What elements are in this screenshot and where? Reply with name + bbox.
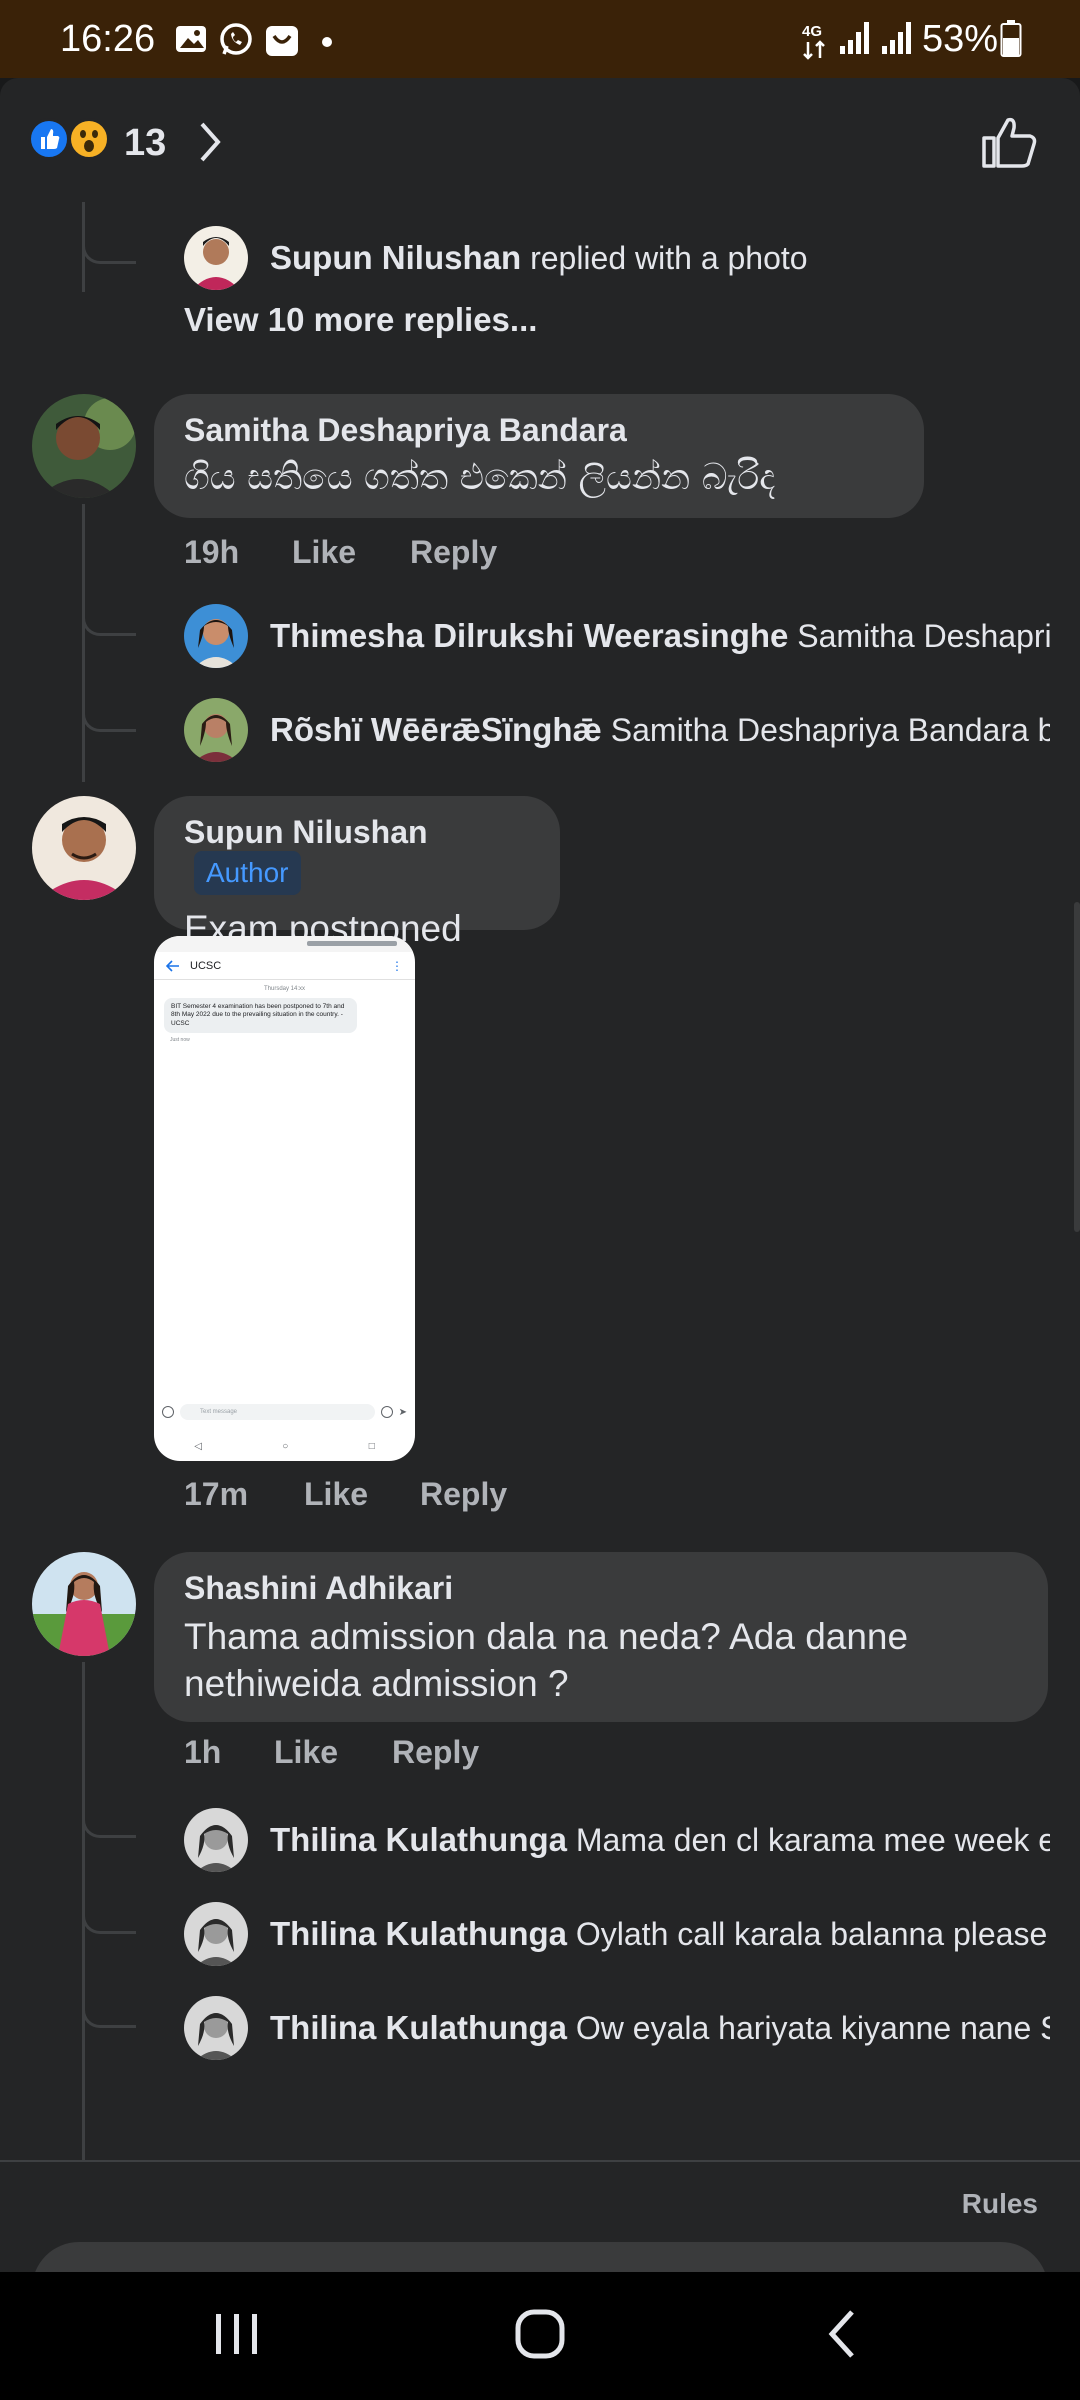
avatar[interactable] — [184, 226, 248, 290]
comment-text: Thama admission dala na neda? Ada danne … — [184, 1616, 909, 1705]
signal-icon-2 — [880, 20, 916, 61]
footer-divider — [0, 2160, 1080, 2162]
comment-box[interactable] — [32, 2242, 1048, 2272]
thread-elbow — [82, 606, 136, 636]
thread-elbow — [82, 256, 136, 258]
avatar[interactable] — [32, 796, 136, 900]
gallery-icon — [174, 22, 208, 61]
reply-button[interactable]: Reply — [392, 1734, 479, 1771]
reply-snippet: Samitha Deshapriya Bandara b... — [610, 712, 1050, 748]
reply-item[interactable]: Thimesha Dilrukshi Weerasinghe Samitha D… — [270, 604, 1050, 668]
reply-button[interactable]: Reply — [420, 1476, 507, 1513]
photo-date: Thursday 14:xx — [263, 986, 306, 992]
system-nav-bar — [0, 2272, 1080, 2400]
reply-author: Supun Nilushan — [270, 239, 522, 276]
recent-apps-icon[interactable] — [212, 2308, 262, 2365]
comment-time: 19h — [184, 534, 240, 570]
comment-bubble[interactable]: Shashini Adhikari Thama admission dala n… — [154, 1552, 1048, 1722]
thread-elbow — [82, 700, 136, 732]
scrollbar[interactable] — [1074, 902, 1080, 1232]
photo-header-title: UCSC — [190, 959, 222, 972]
home-icon[interactable] — [514, 2308, 566, 2365]
signal-icon — [838, 20, 874, 61]
thread-elbow — [82, 232, 136, 264]
avatar[interactable] — [184, 1808, 248, 1872]
reply-item[interactable]: Thilina Kulathunga Ow eyala hariyata kiy… — [270, 1996, 1050, 2060]
thread-line — [82, 504, 85, 782]
reply-snippet: Ow eyala hariyata kiyanne nane S... — [575, 2010, 1050, 2046]
comment-author[interactable]: Samitha Deshapriya Bandara — [184, 412, 894, 449]
thread-elbow — [82, 1808, 136, 1838]
more-icon: ⋮ — [391, 958, 403, 973]
store-icon — [264, 22, 300, 63]
avatar[interactable] — [32, 1552, 136, 1656]
comment-bubble[interactable]: Supun NilushanAuthor Exam postponed — [154, 796, 560, 949]
reply-author: Thilina Kulathunga — [270, 1821, 567, 1858]
dot-icon — [322, 34, 332, 52]
view-more-replies[interactable]: View 10 more replies... — [184, 288, 884, 352]
comment-time: 17m — [184, 1476, 249, 1512]
like-button[interactable]: Like — [274, 1734, 338, 1771]
comment-author[interactable]: Supun Nilushan — [184, 814, 428, 850]
comment-time: 1h — [184, 1734, 222, 1770]
avatar[interactable] — [32, 394, 136, 498]
comments-sheet: 13 Supun Nilushan replied with a photo V… — [0, 78, 1080, 2272]
photo-status-strip — [154, 936, 415, 952]
like-reaction-icon — [28, 118, 70, 160]
like-button[interactable]: Like — [292, 534, 356, 571]
reply-snippet: Samitha Deshapriy... — [797, 618, 1050, 654]
rules-link[interactable]: Rules — [962, 2188, 1038, 2220]
reply-preview[interactable]: Supun Nilushan replied with a photo — [270, 226, 1050, 290]
reactions-bar[interactable]: 13 — [0, 78, 1080, 202]
comment-bubble[interactable]: Samitha Deshapriya Bandara ගිය සතියෙ ගත්… — [154, 394, 924, 518]
avatar[interactable] — [184, 1996, 248, 2060]
avatar[interactable] — [184, 698, 248, 762]
clock: 16:26 — [60, 18, 156, 60]
reply-snippet: replied with a photo — [530, 240, 808, 276]
photo-message-bubble: BIT Semester 4 examination has been post… — [164, 998, 357, 1034]
avatar[interactable] — [184, 1902, 248, 1966]
reply-item[interactable]: Rõshï WēērǣSïnghǣ Samitha Deshapriya Ban… — [270, 698, 1050, 762]
reply-author: Rõshï WēērǣSïnghǣ — [270, 711, 602, 748]
avatar[interactable] — [184, 604, 248, 668]
comment-author[interactable]: Shashini Adhikari — [184, 1570, 1018, 1607]
reply-author: Thimesha Dilrukshi Weerasinghe — [270, 617, 789, 654]
reply-snippet: Oylath call karala balanna please... — [575, 1916, 1050, 1952]
photo-msg-status: Just now — [170, 1037, 190, 1044]
photo-nav-bar: ◁ ○ □ — [194, 1440, 375, 1452]
reply-author: Thilina Kulathunga — [270, 2009, 567, 2046]
reply-button[interactable]: Reply — [410, 534, 497, 571]
like-post-button[interactable] — [980, 114, 1038, 175]
reply-item[interactable]: Thilina Kulathunga Mama den cl karama me… — [270, 1808, 1050, 1872]
photo-compose-bar: Text message ➤ — [162, 1403, 407, 1421]
battery-icon — [1000, 20, 1022, 63]
thread-elbow — [82, 1998, 136, 2028]
network-type: 4G — [800, 20, 830, 65]
comment-photo[interactable]: UCSC ⋮ Thursday 14:xx BIT Semester 4 exa… — [154, 936, 415, 1461]
like-button[interactable]: Like — [304, 1476, 368, 1513]
status-bar: 16:26 4G 53% — [0, 0, 1080, 78]
back-arrow-icon — [166, 959, 179, 972]
reply-item[interactable]: Thilina Kulathunga Oylath call karala ba… — [270, 1902, 1050, 1966]
reaction-count: 13 — [124, 122, 167, 164]
reply-author: Thilina Kulathunga — [270, 1915, 567, 1952]
wow-reaction-icon — [68, 118, 110, 160]
thread-elbow — [82, 1904, 136, 1934]
comment-text: ගිය සතියෙ ගත්ත එකෙන් ලියන්න බැරිද — [184, 457, 776, 498]
svg-text:4G: 4G — [802, 23, 822, 40]
photo-app-header: UCSC ⋮ — [154, 952, 415, 980]
author-badge: Author — [194, 851, 301, 895]
whatsapp-icon — [218, 22, 254, 63]
reply-snippet: Mama den cl karama mee week e... — [575, 1822, 1050, 1858]
battery-percent: 53% — [922, 18, 999, 60]
chevron-right-icon[interactable] — [196, 120, 224, 169]
back-icon[interactable] — [822, 2308, 862, 2365]
